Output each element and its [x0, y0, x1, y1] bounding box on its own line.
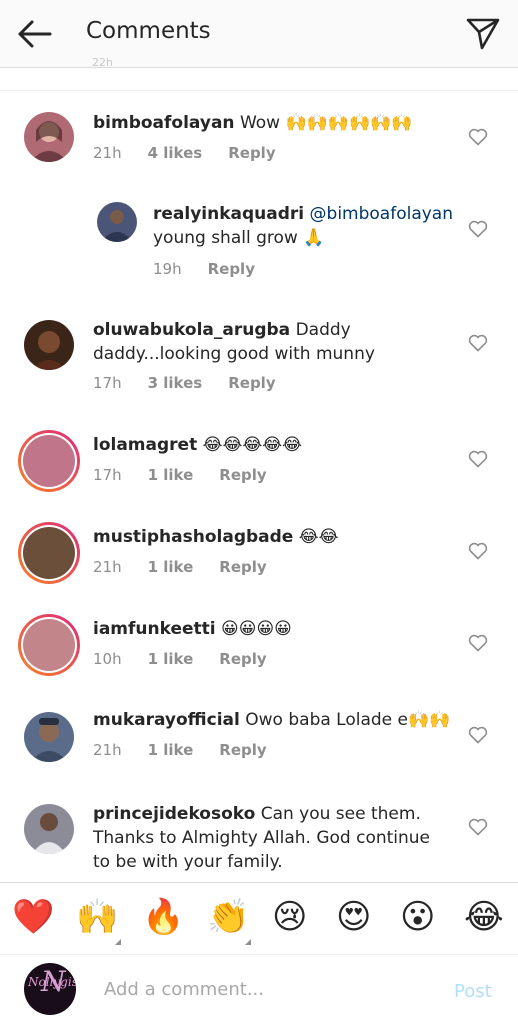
- story-ring-avatar[interactable]: [18, 430, 80, 492]
- page-title: Comments: [86, 18, 211, 44]
- comment-username[interactable]: oluwabukola_arugba: [93, 320, 290, 340]
- mention-link[interactable]: @bimboafolayan: [310, 204, 453, 224]
- comment-time: 17h: [93, 374, 122, 392]
- heart-icon[interactable]: [468, 634, 488, 652]
- comment-time: 21h: [93, 558, 122, 576]
- comment-time: 21h: [93, 144, 122, 162]
- variant-indicator-icon: [115, 939, 121, 945]
- comment-item: bimboafolayan Wow 🙌🙌🙌🙌🙌🙌 21h 4 likes Reply: [0, 112, 518, 202]
- reply-button[interactable]: Reply: [228, 374, 275, 392]
- avatar[interactable]: [24, 804, 74, 854]
- comment-username[interactable]: realyinkaquadri: [153, 204, 304, 224]
- like-count[interactable]: 1 like: [148, 558, 194, 576]
- comment-text: Owo baba Lolade e🙌🙌: [245, 710, 451, 730]
- red-heart-emoji[interactable]: ❤️: [12, 897, 54, 937]
- post-button[interactable]: Post: [454, 981, 492, 1002]
- comment-username[interactable]: mustiphasholagbade: [93, 527, 293, 547]
- reply-button[interactable]: Reply: [219, 650, 266, 668]
- paper-plane-icon[interactable]: [464, 14, 502, 52]
- back-arrow-icon[interactable]: [14, 16, 54, 52]
- tears-of-joy-emoji[interactable]: 😂: [464, 897, 504, 937]
- comment-text: 😂😂: [298, 527, 339, 547]
- comment-text: 😀😀😀😀: [221, 619, 292, 639]
- divider: [0, 90, 518, 91]
- like-count[interactable]: 1 like: [148, 466, 194, 484]
- heart-icon[interactable]: [468, 220, 488, 238]
- like-count[interactable]: 1 like: [148, 741, 194, 759]
- comment-item: lolamagret 😂😂😂😂😂 17h 1 like Reply: [0, 430, 518, 512]
- avatar[interactable]: [97, 202, 137, 242]
- comment-text: young shall grow 🙏: [153, 228, 325, 248]
- comment-username[interactable]: lolamagret: [93, 435, 197, 455]
- comment-item: mustiphasholagbade 😂😂 21h 1 like Reply: [0, 522, 518, 604]
- comment-item: oluwabukola_arugba Daddy daddy...looking…: [0, 318, 518, 418]
- comment-input[interactable]: Add a comment...: [104, 979, 424, 1000]
- comment-username[interactable]: iamfunkeetti: [93, 619, 216, 639]
- quick-reaction-bar: ❤️ 🙌 🔥 👏 😢 😍 😮 😂: [0, 882, 518, 954]
- heart-icon[interactable]: [468, 450, 488, 468]
- reply-button[interactable]: Reply: [219, 558, 266, 576]
- heart-icon[interactable]: [468, 818, 488, 836]
- surprised-face-emoji[interactable]: 😮: [400, 897, 435, 937]
- comment-text: 😂😂😂😂😂: [202, 435, 302, 455]
- comment-reply-item: realyinkaquadri @bimboafolayan young sha…: [0, 202, 518, 302]
- fire-emoji[interactable]: 🔥: [142, 897, 184, 937]
- like-count[interactable]: 1 like: [148, 650, 194, 668]
- hidden-comment-time: 22h: [92, 56, 113, 69]
- heart-icon[interactable]: [468, 726, 488, 744]
- like-count[interactable]: 4 likes: [148, 144, 203, 162]
- reply-button[interactable]: Reply: [208, 260, 255, 278]
- comment-time: 19h: [153, 260, 182, 278]
- avatar[interactable]: [24, 712, 74, 762]
- comment-item: mukarayofficial Owo baba Lolade e🙌🙌 21h 1…: [0, 708, 518, 790]
- comment-time: 10h: [93, 650, 122, 668]
- comment-text: Wow 🙌🙌🙌🙌🙌🙌: [239, 113, 413, 133]
- crying-face-emoji[interactable]: 😢: [272, 897, 307, 937]
- comment-username[interactable]: princejidekosoko: [93, 804, 255, 824]
- heart-icon[interactable]: [468, 542, 488, 560]
- avatar[interactable]: [24, 320, 74, 370]
- comment-username[interactable]: bimboafolayan: [93, 113, 235, 133]
- comment-composer: N Nollygisto Add a comment... Post: [0, 954, 518, 1024]
- comment-time: 21h: [93, 741, 122, 759]
- heart-icon[interactable]: [468, 334, 488, 352]
- current-user-avatar[interactable]: N Nollygisto: [24, 963, 76, 1015]
- comment-item: princejidekosoko Can you see them. Thank…: [0, 800, 518, 880]
- variant-indicator-icon: [245, 939, 251, 945]
- heart-icon[interactable]: [468, 128, 488, 146]
- reply-button[interactable]: Reply: [228, 144, 275, 162]
- avatar[interactable]: [24, 112, 74, 162]
- comment-username[interactable]: mukarayofficial: [93, 710, 240, 730]
- clapping-hands-emoji[interactable]: 👏: [207, 897, 249, 937]
- reply-button[interactable]: Reply: [219, 741, 266, 759]
- raising-hands-emoji[interactable]: 🙌: [76, 897, 118, 937]
- reply-button[interactable]: Reply: [219, 466, 266, 484]
- comment-item: iamfunkeetti 😀😀😀😀 10h 1 like Reply: [0, 614, 518, 696]
- comment-time: 17h: [93, 466, 122, 484]
- like-count[interactable]: 3 likes: [148, 374, 203, 392]
- top-bar: Comments: [0, 0, 518, 68]
- heart-eyes-emoji[interactable]: 😍: [336, 897, 371, 937]
- story-ring-avatar[interactable]: [18, 614, 80, 676]
- story-ring-avatar[interactable]: [18, 522, 80, 584]
